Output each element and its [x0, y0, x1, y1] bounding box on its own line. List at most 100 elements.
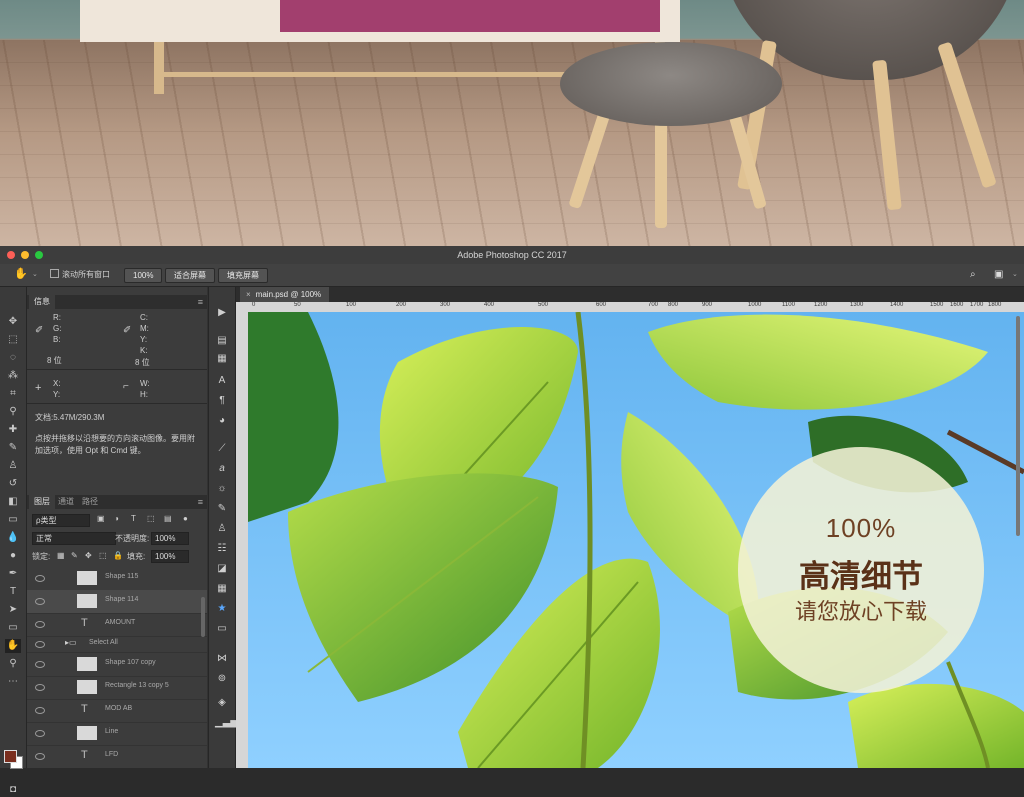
eyedropper-tool-icon[interactable]: ⚲ — [5, 405, 21, 419]
pen-tool-icon[interactable]: ✒ — [5, 567, 21, 581]
dodge-tool-icon[interactable]: ● — [5, 549, 21, 563]
layer-row[interactable]: Shape 114 — [27, 590, 207, 614]
layers-icon[interactable]: ◈ — [215, 697, 229, 709]
history-brush-icon[interactable]: ↺ — [5, 477, 21, 491]
more-tools-icon[interactable]: ⋯ — [5, 675, 21, 689]
zoom-100-button[interactable]: 100% — [124, 268, 163, 283]
hand-tool-icon[interactable]: ✋ — [14, 268, 28, 281]
visibility-eye-icon[interactable] — [35, 575, 45, 582]
layer-row[interactable]: T MOD AB — [27, 699, 207, 723]
quick-mask-icon[interactable]: ◘ — [5, 783, 21, 797]
blur-tool-icon[interactable]: 💧 — [5, 531, 21, 545]
lock-all-icon[interactable]: 🔒 — [113, 551, 123, 560]
workspace-icon[interactable]: ▣ — [994, 268, 1003, 281]
scroll-all-checkbox[interactable]: 滚动所有窗口 — [50, 268, 110, 281]
layer-row[interactable]: Shape 107 copy — [27, 653, 207, 677]
filter-toggle-icon[interactable]: ● — [183, 514, 188, 523]
hand-tool-icon[interactable]: ✋ — [5, 639, 21, 653]
foreground-color-swatch[interactable] — [4, 750, 17, 763]
layer-name[interactable]: Shape 114 — [105, 596, 138, 603]
panel-menu-icon[interactable]: ≡ — [198, 295, 203, 309]
tab-channels[interactable]: 通道 — [53, 495, 79, 509]
layer-row[interactable]: T AMOUNT — [27, 613, 207, 637]
opacity-input[interactable]: 100% — [151, 532, 189, 545]
lock-transparency-icon[interactable]: ▦ — [57, 551, 65, 560]
shape-tool-icon[interactable]: ▭ — [5, 621, 21, 635]
chevron-down-icon[interactable]: ⌄ — [32, 268, 38, 281]
visibility-eye-icon[interactable] — [35, 753, 45, 760]
tab-paths[interactable]: 路径 — [77, 495, 103, 509]
visibility-eye-icon[interactable] — [35, 641, 45, 648]
filter-kind-select[interactable]: ρ类型 — [32, 514, 90, 527]
fill-screen-button[interactable]: 填充屏幕 — [218, 268, 268, 283]
checkbox-box[interactable] — [50, 269, 59, 278]
lock-position-icon[interactable]: ✥ — [85, 551, 92, 560]
star-icon[interactable]: ★ — [215, 603, 229, 615]
layer-comps-icon[interactable]: ▤ — [215, 335, 229, 347]
timeline-icon[interactable]: ▭ — [215, 623, 229, 635]
properties-icon[interactable]: ☷ — [215, 543, 229, 555]
visibility-eye-icon[interactable] — [35, 661, 45, 668]
layer-row[interactable]: Shape 115 — [27, 567, 207, 591]
lasso-tool-icon[interactable]: ◌ — [5, 351, 21, 365]
filter-pixel-icon[interactable]: ▣ — [97, 514, 105, 523]
vertical-ruler[interactable] — [236, 312, 248, 768]
zoom-window-button[interactable] — [35, 251, 43, 259]
gradient-tool-icon[interactable]: ▭ — [5, 513, 21, 527]
brush-tool-icon[interactable]: ✎ — [5, 441, 21, 455]
horizontal-ruler[interactable]: 0 50 100 200 300 400 500 600 700 800 900… — [236, 302, 1024, 312]
layer-name[interactable]: Shape 107 copy — [105, 659, 156, 666]
brush-preset-icon[interactable]: ✎ — [215, 503, 229, 515]
document-tab[interactable]: × main.psd @ 100% — [240, 287, 330, 302]
grid-icon[interactable]: ▦ — [215, 583, 229, 595]
clone-source-icon[interactable]: ♙ — [215, 523, 229, 535]
character-icon[interactable]: A — [215, 375, 229, 387]
filter-adjust-icon[interactable]: ◑ — [114, 514, 119, 523]
layer-name[interactable]: AMOUNT — [105, 619, 135, 626]
adjustments-icon[interactable]: ☼ — [215, 483, 229, 495]
layer-name[interactable]: Rectangle 13 copy 5 — [105, 682, 169, 689]
glyphs-icon[interactable]: a — [215, 463, 229, 475]
visibility-eye-icon[interactable] — [35, 707, 45, 714]
lock-pixels-icon[interactable]: ✎ — [71, 551, 78, 560]
eraser-tool-icon[interactable]: ◧ — [5, 495, 21, 509]
filter-shape-icon[interactable]: ⬚ — [147, 514, 155, 523]
type-tool-icon[interactable]: T — [5, 585, 21, 599]
color-icon[interactable]: ◕ — [215, 415, 229, 427]
tab-layers[interactable]: 图层 — [29, 495, 55, 509]
blend-mode-select[interactable]: 正常 — [32, 532, 116, 545]
zoom-tool-icon[interactable]: ⚲ — [5, 657, 21, 671]
close-tab-icon[interactable]: × — [246, 290, 251, 299]
healing-brush-icon[interactable]: ✚ — [5, 423, 21, 437]
layer-name[interactable]: Select All — [89, 639, 118, 646]
layer-name[interactable]: Line — [105, 728, 118, 735]
stamp-tool-icon[interactable]: ♙ — [5, 459, 21, 473]
layer-row[interactable]: Rectangle 13 copy 5 — [27, 676, 207, 700]
crop-tool-icon[interactable]: ⌗ — [5, 387, 21, 401]
tab-info[interactable]: 信息 — [29, 295, 55, 309]
lock-artboard-icon[interactable]: ⬚ — [99, 551, 107, 560]
panel-menu-icon[interactable]: ≡ — [198, 495, 203, 509]
path-selection-icon[interactable]: ➤ — [5, 603, 21, 617]
marquee-tool-icon[interactable]: ⬚ — [5, 333, 21, 347]
close-window-button[interactable] — [7, 251, 15, 259]
search-icon[interactable]: ⌕ — [970, 268, 976, 281]
fit-screen-button[interactable]: 适合屏幕 — [165, 268, 215, 283]
filter-smart-icon[interactable]: ▤ — [164, 514, 172, 523]
filter-type-icon[interactable]: T — [131, 514, 136, 523]
visibility-eye-icon[interactable] — [35, 730, 45, 737]
visibility-eye-icon[interactable] — [35, 621, 45, 628]
layer-row[interactable]: ▸▭ Select All — [27, 636, 207, 653]
measure-icon[interactable]: ⟋ — [215, 443, 229, 455]
3d-icon[interactable]: ⋈ — [215, 653, 229, 665]
layer-name[interactable]: LFD — [105, 751, 118, 758]
layer-row[interactable]: Line — [27, 722, 207, 746]
minimize-window-button[interactable] — [21, 251, 29, 259]
chevron-down-icon[interactable]: ⌄ — [1012, 268, 1018, 281]
navigator-icon[interactable]: ◪ — [215, 563, 229, 575]
layers-scrollbar[interactable] — [201, 597, 205, 637]
visibility-eye-icon[interactable] — [35, 684, 45, 691]
paths-icon[interactable]: ⊚ — [215, 673, 229, 685]
layer-row[interactable]: T LFD — [27, 745, 207, 768]
fill-input[interactable]: 100% — [151, 550, 189, 563]
